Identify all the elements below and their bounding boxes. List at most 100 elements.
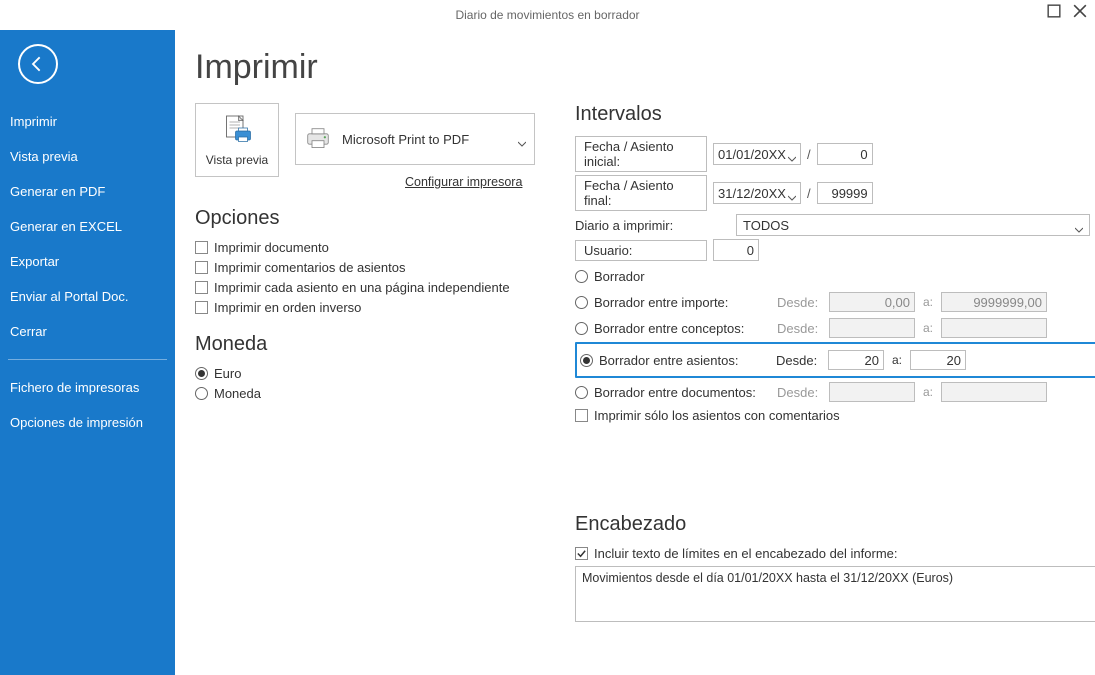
check-pagina-independiente[interactable]: Imprimir cada asiento en una página inde… (195, 280, 535, 295)
sidebar-item-vista-previa[interactable]: Vista previa (0, 139, 175, 174)
sidebar-item-enviar-portal[interactable]: Enviar al Portal Doc. (0, 279, 175, 314)
asiento-inicial-input[interactable]: 0 (817, 143, 873, 165)
vista-previa-label: Vista previa (206, 153, 268, 167)
window-maximize-icon[interactable] (1047, 4, 1061, 18)
check-imprimir-comentarios[interactable]: Imprimir comentarios de asientos (195, 260, 535, 275)
fecha-final-label[interactable]: Fecha / Asiento final: (575, 175, 707, 211)
radio-borrador-documentos[interactable]: Borrador entre documentos: (575, 385, 771, 400)
moneda-title: Moneda (195, 333, 535, 356)
usuario-label: Usuario: (575, 240, 707, 261)
sidebar-item-opciones-impresion[interactable]: Opciones de impresión (0, 405, 175, 440)
check-label: Imprimir en orden inverso (214, 300, 361, 315)
radio-icon (575, 386, 588, 399)
window-close-icon[interactable] (1073, 4, 1087, 18)
diario-select[interactable]: TODOS (736, 214, 1090, 236)
radio-label: Borrador entre importe: (594, 295, 728, 310)
importe-desde-input[interactable]: 0,00 (829, 292, 915, 312)
encabezado-textarea[interactable] (575, 566, 1095, 622)
check-label: Imprimir documento (214, 240, 329, 255)
desde-label: Desde: (776, 353, 822, 368)
sidebar-separator (8, 359, 167, 360)
slash-separator: / (807, 147, 811, 162)
chevron-down-icon (788, 151, 796, 166)
printer-select[interactable]: Microsoft Print to PDF (295, 113, 535, 165)
printer-icon (304, 127, 332, 151)
sidebar: Imprimir Vista previa Generar en PDF Gen… (0, 30, 175, 675)
sidebar-item-cerrar[interactable]: Cerrar (0, 314, 175, 349)
back-button[interactable] (18, 44, 58, 84)
sidebar-item-imprimir[interactable]: Imprimir (0, 104, 175, 139)
radio-label: Euro (214, 366, 241, 381)
a-label: a: (921, 385, 935, 399)
radio-label: Borrador entre conceptos: (594, 321, 744, 336)
fecha-final-input[interactable]: 31/12/20XX (713, 182, 801, 204)
window-title: Diario de movimientos en borrador (455, 8, 639, 22)
radio-icon (575, 270, 588, 283)
sidebar-item-generar-pdf[interactable]: Generar en PDF (0, 174, 175, 209)
desde-label: Desde: (777, 295, 823, 310)
a-label: a: (921, 295, 935, 309)
conceptos-a-input[interactable] (941, 318, 1047, 338)
chevron-down-icon (788, 190, 796, 205)
documentos-desde-input[interactable] (829, 382, 915, 402)
checkbox-icon (195, 241, 208, 254)
vista-previa-button[interactable]: Vista previa (195, 103, 279, 177)
check-solo-comentarios[interactable]: Imprimir sólo los asientos con comentari… (575, 408, 1095, 423)
diario-value: TODOS (743, 218, 789, 233)
radio-borrador-importe[interactable]: Borrador entre importe: (575, 295, 771, 310)
check-label: Incluir texto de límites en el encabezad… (594, 546, 898, 561)
radio-icon (195, 387, 208, 400)
fecha-final-value: 31/12/20XX (718, 186, 786, 201)
radio-icon (575, 322, 588, 335)
slash-separator: / (807, 186, 811, 201)
radio-moneda[interactable]: Moneda (195, 386, 535, 401)
radio-label: Borrador (594, 269, 645, 284)
radio-borrador-asientos[interactable]: Borrador entre asientos: (580, 353, 770, 368)
intervalos-title: Intervalos (575, 103, 1095, 126)
check-imprimir-documento[interactable]: Imprimir documento (195, 240, 535, 255)
fecha-inicial-input[interactable]: 01/01/20XX (713, 143, 801, 165)
a-label: a: (921, 321, 935, 335)
fecha-inicial-label[interactable]: Fecha / Asiento inicial: (575, 136, 707, 172)
check-orden-inverso[interactable]: Imprimir en orden inverso (195, 300, 535, 315)
radio-icon (580, 354, 593, 367)
radio-label: Borrador entre asientos: (599, 353, 738, 368)
diario-label: Diario a imprimir: (575, 218, 730, 233)
radio-icon (195, 367, 208, 380)
radio-borrador[interactable]: Borrador (575, 269, 771, 284)
chevron-down-icon (1075, 222, 1083, 237)
opciones-title: Opciones (195, 207, 535, 230)
configurar-impresora-link[interactable]: Configurar impresora (405, 175, 522, 189)
page-title: Imprimir (195, 48, 1071, 87)
check-incluir-texto-limites[interactable]: Incluir texto de límites en el encabezad… (575, 546, 1095, 561)
encabezado-title: Encabezado (575, 513, 1095, 536)
asiento-final-input[interactable]: 99999 (817, 182, 873, 204)
document-printer-icon (219, 113, 255, 149)
radio-borrador-conceptos[interactable]: Borrador entre conceptos: (575, 321, 771, 336)
documentos-a-input[interactable] (941, 382, 1047, 402)
check-label: Imprimir sólo los asientos con comentari… (594, 408, 840, 423)
checkbox-icon (195, 261, 208, 274)
radio-euro[interactable]: Euro (195, 366, 535, 381)
radio-icon (575, 296, 588, 309)
importe-a-input[interactable]: 9999999,00 (941, 292, 1047, 312)
fecha-inicial-value: 01/01/20XX (718, 147, 786, 162)
desde-label: Desde: (777, 385, 823, 400)
sidebar-item-exportar[interactable]: Exportar (0, 244, 175, 279)
sidebar-item-fichero-impresoras[interactable]: Fichero de impresoras (0, 370, 175, 405)
asientos-a-input[interactable]: 20 (910, 350, 966, 370)
chevron-down-icon (518, 136, 526, 151)
asientos-desde-input[interactable]: 20 (828, 350, 884, 370)
conceptos-desde-input[interactable] (829, 318, 915, 338)
desde-label: Desde: (777, 321, 823, 336)
a-label: a: (890, 353, 904, 367)
usuario-input[interactable]: 0 (713, 239, 759, 261)
checkbox-icon (195, 281, 208, 294)
checkbox-icon (195, 301, 208, 314)
check-label: Imprimir comentarios de asientos (214, 260, 405, 275)
sidebar-item-generar-excel[interactable]: Generar en EXCEL (0, 209, 175, 244)
check-label: Imprimir cada asiento en una página inde… (214, 280, 510, 295)
printer-name: Microsoft Print to PDF (342, 132, 469, 147)
radio-label: Moneda (214, 386, 261, 401)
checkbox-icon (575, 409, 588, 422)
